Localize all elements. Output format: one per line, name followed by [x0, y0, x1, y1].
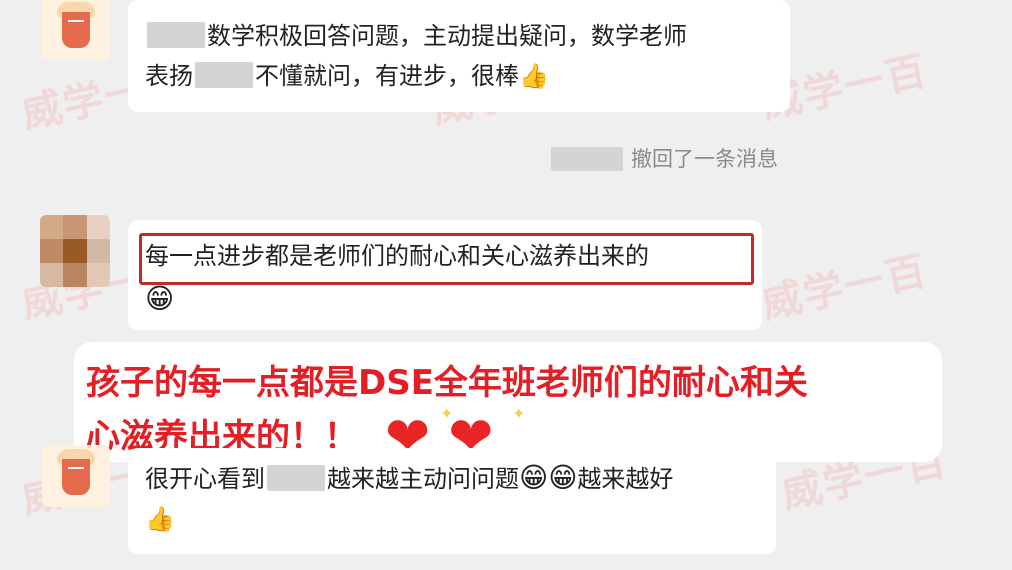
watermark: 威学一百 — [757, 247, 932, 328]
message-text: 很开心看到 越来越主动问问题😁😁越来越好 👍 — [145, 461, 674, 533]
redacted-name — [147, 22, 205, 48]
grinning-face-icon: 😁 — [145, 282, 175, 315]
grinning-face-icon: 😁 — [519, 461, 549, 494]
thumbs-up-icon: 👍 — [519, 62, 549, 90]
system-message: 撤回了一条消息 — [549, 145, 778, 173]
cup-detail — [68, 20, 84, 30]
cup-shape — [62, 459, 90, 495]
redacted-name — [195, 62, 253, 88]
thumbs-up-icon: 👍 — [145, 505, 175, 533]
avatar[interactable] — [40, 215, 110, 287]
redacted-name — [551, 147, 623, 171]
avatar[interactable] — [42, 0, 110, 60]
sparkle-icon: ✦ — [440, 404, 454, 423]
message-text: 每一点进步都是老师们的耐心和关心滋养出来的 — [145, 242, 649, 270]
cup-shape — [62, 12, 90, 48]
cup-detail — [68, 467, 84, 477]
avatar[interactable] — [42, 445, 110, 507]
grinning-face-icon: 😁 — [548, 461, 578, 494]
sparkle-icon: ✦ — [512, 404, 526, 423]
message-text: 数学积极回答问题，主动提出疑问，数学老师 表扬 不懂就问，有进步，很棒👍 — [145, 22, 687, 90]
redacted-name — [267, 465, 325, 491]
